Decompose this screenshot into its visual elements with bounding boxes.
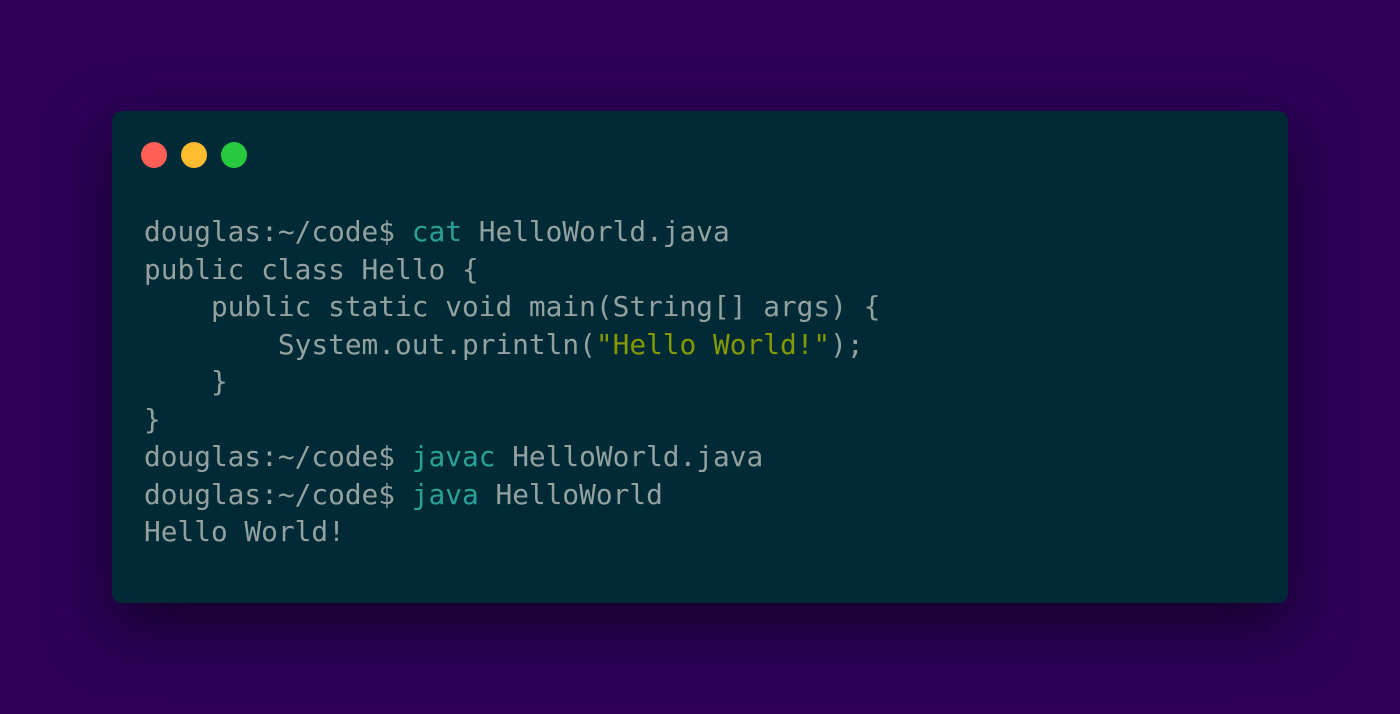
terminal-line-5: }	[144, 365, 228, 398]
terminal-line-8: douglas:~/code$ java HelloWorld	[144, 476, 880, 514]
command-name: cat	[411, 215, 462, 248]
terminal-line-7: douglas:~/code$ javac HelloWorld.java	[144, 438, 880, 476]
command-name: java	[411, 477, 479, 511]
close-button[interactable]	[141, 142, 167, 168]
command-args: HelloWorld.java	[461, 215, 730, 248]
terminal-line-6: }	[144, 402, 161, 436]
code-text: System.out.println(	[144, 327, 596, 361]
terminal-output[interactable]: douglas:~/code$ cat HelloWorld.java publi…	[144, 213, 880, 551]
command-name: javac	[411, 440, 496, 473]
command-args: HelloWorld.java	[495, 440, 764, 473]
terminal-line-2: public class Hello {	[144, 252, 479, 286]
string-literal: "Hello World!"	[595, 327, 831, 361]
command-args: HelloWorld	[478, 477, 663, 511]
terminal-line-1: douglas:~/code$ cat HelloWorld.java	[144, 213, 880, 251]
shell-prompt: douglas:~/code$	[144, 440, 412, 473]
terminal-line-3: public static void main(String[] args) {	[144, 290, 881, 323]
shell-prompt: douglas:~/code$	[144, 215, 412, 248]
terminal-line-4: System.out.println("Hello World!");	[144, 326, 880, 364]
terminal-line-9: Hello World!	[144, 515, 345, 548]
maximize-button[interactable]	[221, 142, 247, 168]
code-text: );	[830, 327, 864, 361]
terminal-window: douglas:~/code$ cat HelloWorld.java publi…	[112, 111, 1288, 603]
minimize-button[interactable]	[181, 142, 207, 168]
shell-prompt: douglas:~/code$	[144, 477, 412, 511]
